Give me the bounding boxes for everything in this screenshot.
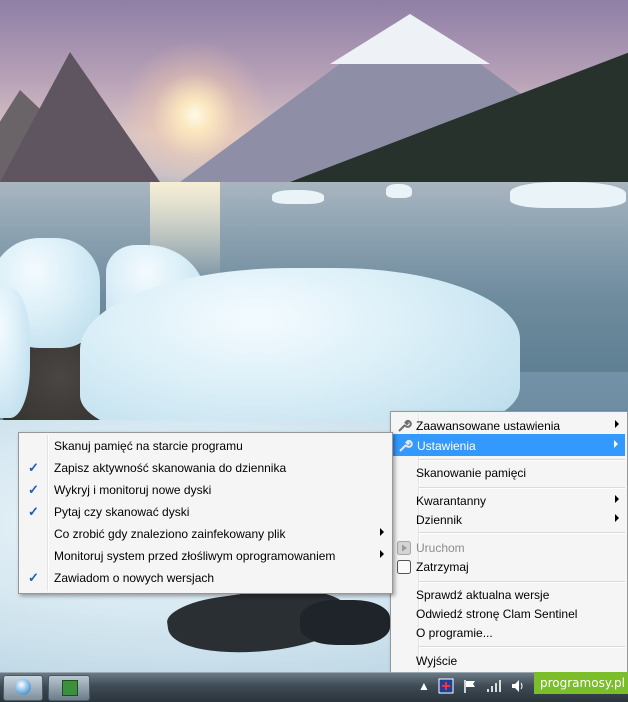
menu-item-label: Ustawienia bbox=[417, 439, 476, 453]
menu-item-settings[interactable]: Ustawienia bbox=[393, 434, 625, 456]
menu-item-label: Skanowanie pamięci bbox=[416, 466, 527, 480]
menu-item-label: O programie... bbox=[416, 626, 493, 640]
menu-item-stop[interactable]: Zatrzymaj bbox=[393, 556, 625, 578]
tray-context-menu: Zaawansowane ustawienia Ustawienia Skano… bbox=[390, 411, 628, 675]
wrench-icon bbox=[399, 439, 413, 452]
submenu-arrow-icon bbox=[615, 514, 619, 522]
clam-sentinel-tray-icon[interactable] bbox=[438, 678, 454, 694]
dark-rock bbox=[300, 600, 390, 645]
menu-separator bbox=[419, 532, 625, 534]
menu-item-memory-scan[interactable]: Skanowanie pamięci bbox=[393, 462, 625, 484]
menu-item-label: Uruchom bbox=[416, 541, 465, 555]
setting-scan-memory-on-start[interactable]: Skanuj pamięć na starcie programu bbox=[21, 435, 390, 457]
floating-ice bbox=[272, 190, 324, 204]
menu-separator bbox=[419, 581, 625, 583]
setting-log-scan-activity[interactable]: ✓ Zapisz aktywność skanowania do dzienni… bbox=[21, 457, 390, 479]
play-icon bbox=[397, 541, 411, 555]
tray-expand-icon[interactable]: ▲ bbox=[418, 679, 430, 693]
mountain-left bbox=[0, 52, 160, 182]
setting-detect-new-drives[interactable]: ✓ Wykryj i monitoruj nowe dyski bbox=[21, 479, 390, 501]
app-icon bbox=[62, 680, 78, 696]
wrench-icon bbox=[398, 419, 412, 432]
stop-icon bbox=[397, 560, 411, 574]
checkmark-icon: ✓ bbox=[28, 482, 39, 497]
watermark-badge: programosy.pl bbox=[534, 672, 628, 694]
menu-item-label: Zawiadom o nowych wersjach bbox=[54, 571, 215, 585]
taskbar-app-button[interactable] bbox=[48, 675, 90, 701]
menu-item-label: Zapisz aktywność skanowania do dziennika bbox=[54, 461, 287, 475]
menu-item-label: Monitoruj system przed złośliwym oprogra… bbox=[54, 549, 336, 563]
menu-item-label: Wykryj i monitoruj nowe dyski bbox=[54, 483, 212, 497]
watermark-text: programosy.pl bbox=[540, 676, 625, 690]
menu-item-label: Skanuj pamięć na starcie programu bbox=[54, 439, 243, 453]
volume-speaker-icon[interactable] bbox=[510, 678, 526, 694]
checkmark-icon: ✓ bbox=[28, 570, 39, 585]
settings-submenu: Skanuj pamięć na starcie programu ✓ Zapi… bbox=[18, 432, 393, 594]
menu-item-label: Kwarantanny bbox=[416, 494, 487, 508]
action-center-flag-icon[interactable] bbox=[462, 678, 478, 694]
mountain-right bbox=[290, 52, 628, 182]
submenu-arrow-icon bbox=[380, 528, 384, 536]
system-tray: ▲ bbox=[412, 673, 532, 701]
menu-item-label: Odwiedź stronę Clam Sentinel bbox=[416, 607, 578, 621]
checkmark-icon: ✓ bbox=[28, 460, 39, 475]
menu-separator bbox=[419, 487, 625, 489]
menu-item-log[interactable]: Dziennik bbox=[393, 509, 625, 531]
menu-item-label: Zatrzymaj bbox=[416, 560, 469, 574]
menu-item-exit[interactable]: Wyjście bbox=[393, 650, 625, 672]
menu-item-label: Zaawansowane ustawienia bbox=[416, 419, 561, 433]
menu-item-label: Wyjście bbox=[416, 654, 458, 668]
menu-item-label: Co zrobić gdy znaleziono zainfekowany pl… bbox=[54, 527, 286, 541]
setting-infected-file-action[interactable]: Co zrobić gdy znaleziono zainfekowany pl… bbox=[21, 523, 390, 545]
windows-orb-icon bbox=[15, 679, 31, 695]
submenu-arrow-icon bbox=[615, 420, 619, 428]
setting-monitor-system[interactable]: Monitoruj system przed złośliwym oprogra… bbox=[21, 545, 390, 567]
floating-ice bbox=[386, 184, 412, 198]
floating-ice bbox=[510, 182, 626, 208]
setting-ask-scan-drives[interactable]: ✓ Pytaj czy skanować dyski bbox=[21, 501, 390, 523]
checkmark-icon: ✓ bbox=[28, 504, 39, 519]
network-signal-icon[interactable] bbox=[486, 679, 502, 693]
menu-separator bbox=[419, 646, 625, 648]
setting-notify-new-versions[interactable]: ✓ Zawiadom o nowych wersjach bbox=[21, 567, 390, 589]
start-button[interactable] bbox=[3, 675, 43, 701]
submenu-arrow-icon bbox=[614, 440, 618, 448]
menu-item-label: Dziennik bbox=[416, 513, 463, 527]
menu-item-label: Pytaj czy skanować dyski bbox=[54, 505, 190, 519]
iceberg-edge bbox=[0, 288, 30, 418]
submenu-arrow-icon bbox=[615, 495, 619, 503]
menu-item-label: Sprawdź aktualna wersje bbox=[416, 588, 550, 602]
menu-item-about[interactable]: O programie... bbox=[393, 622, 625, 644]
menu-separator bbox=[419, 459, 625, 461]
submenu-arrow-icon bbox=[380, 550, 384, 558]
